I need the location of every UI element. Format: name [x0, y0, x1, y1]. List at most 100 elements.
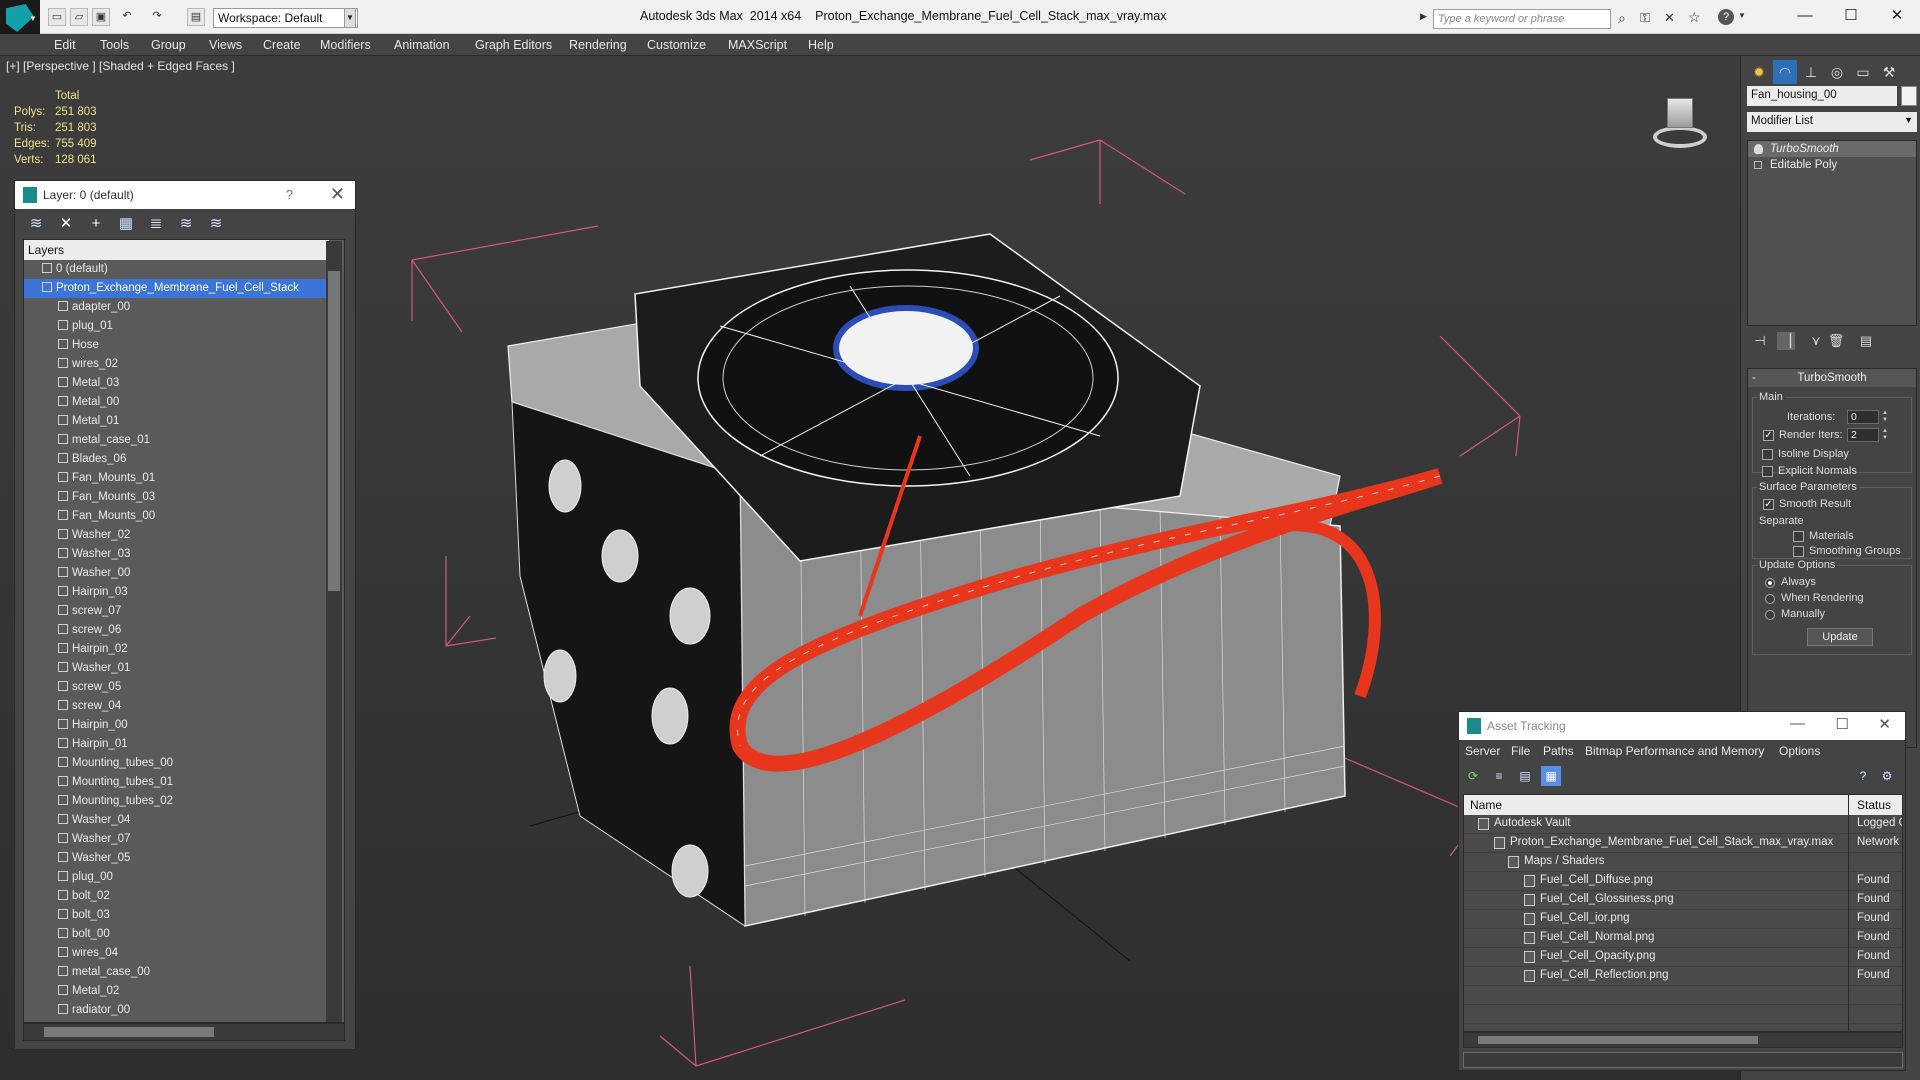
- open-file-icon[interactable]: ▱: [70, 8, 88, 26]
- menu-animation[interactable]: Animation: [394, 34, 450, 56]
- maximize-button[interactable]: ☐: [1831, 4, 1871, 28]
- layer-object-row[interactable]: Blades_06: [24, 450, 329, 469]
- layer-object-row[interactable]: bolt_00: [24, 925, 329, 944]
- layer-object-row[interactable]: Washer_00: [24, 564, 329, 583]
- communication-icon[interactable]: ✕: [1664, 10, 1675, 26]
- menu-server[interactable]: Server: [1465, 740, 1500, 762]
- table-view-icon[interactable]: ▦: [1541, 766, 1561, 786]
- layer-object-row[interactable]: Washer_07: [24, 830, 329, 849]
- object-name-field[interactable]: Fan_housing_00: [1747, 86, 1897, 106]
- layer-object-row[interactable]: Hairpin_03: [24, 583, 329, 602]
- render-iters-checkbox[interactable]: ✓: [1763, 430, 1774, 441]
- asset-row[interactable]: Fuel_Cell_Diffuse.png Found: [1464, 872, 1902, 891]
- layer-object-row[interactable]: Hairpin_02: [24, 640, 329, 659]
- asset-row[interactable]: Fuel_Cell_Glossiness.png Found: [1464, 891, 1902, 910]
- menu-bitmap-performance[interactable]: Bitmap Performance and Memory: [1585, 740, 1764, 762]
- menu-options[interactable]: Options: [1779, 740, 1820, 762]
- layer-object-row[interactable]: screw_06: [24, 621, 329, 640]
- expand-icon[interactable]: [1754, 161, 1762, 169]
- close-button[interactable]: ✕: [1878, 715, 1891, 733]
- save-icon[interactable]: ▣: [92, 8, 110, 26]
- iterations-spinner[interactable]: 0: [1847, 410, 1879, 424]
- layer-object-row[interactable]: Fan_Mounts_03: [24, 488, 329, 507]
- menu-file[interactable]: File: [1511, 740, 1530, 762]
- undo-icon[interactable]: ↶: [118, 8, 136, 26]
- layer-object-row[interactable]: screw_04: [24, 697, 329, 716]
- modify-tab-icon[interactable]: ◠: [1773, 60, 1797, 84]
- help-icon[interactable]: ?: [286, 187, 293, 202]
- asset-row[interactable]: Fuel_Cell_Normal.png Found: [1464, 929, 1902, 948]
- asset-row[interactable]: Fuel_Cell_Reflection.png Found: [1464, 967, 1902, 986]
- layer-list[interactable]: Layers 0 (default) Proton_Exchange_Membr…: [23, 239, 345, 1023]
- make-unique-icon[interactable]: ⋎: [1807, 332, 1825, 350]
- layer-object-row[interactable]: Mounting_tubes_00: [24, 754, 329, 773]
- horizontal-scrollbar[interactable]: [1463, 1032, 1903, 1048]
- layers-column-header[interactable]: Layers: [24, 240, 329, 260]
- hide-unhide-layers-icon[interactable]: ≋: [175, 213, 197, 235]
- layer-row-selected[interactable]: Proton_Exchange_Membrane_Fuel_Cell_Stack: [24, 279, 329, 298]
- thumbnail-view-icon[interactable]: ▤: [1515, 766, 1535, 786]
- modifier-stack[interactable]: TurboSmooth Editable Poly: [1747, 140, 1917, 326]
- asset-row[interactable]: Fuel_Cell_Opacity.png Found: [1464, 948, 1902, 967]
- close-button[interactable]: ✕: [1877, 4, 1917, 28]
- remove-modifier-icon[interactable]: 🗑: [1827, 332, 1845, 350]
- subscription-icon[interactable]: ⚿: [1640, 10, 1650, 26]
- asset-tracking-title-bar[interactable]: Asset Tracking — ☐ ✕: [1459, 712, 1905, 740]
- layer-object-row[interactable]: Mounting_tubes_01: [24, 773, 329, 792]
- layer-object-row[interactable]: metal_case_00: [24, 963, 329, 982]
- new-file-icon[interactable]: ▭: [48, 8, 66, 26]
- layer-object-row[interactable]: screw_07: [24, 602, 329, 621]
- hierarchy-tab-icon[interactable]: ⊥: [1799, 60, 1823, 84]
- layer-object-row[interactable]: Washer_01: [24, 659, 329, 678]
- list-view-icon[interactable]: ≡: [1489, 766, 1509, 786]
- menu-tools[interactable]: Tools: [100, 34, 129, 56]
- layer-object-row[interactable]: Fan_Mounts_01: [24, 469, 329, 488]
- refresh-icon[interactable]: ⟳: [1463, 766, 1483, 786]
- menu-edit[interactable]: Edit: [54, 34, 76, 56]
- manually-radio[interactable]: [1765, 610, 1775, 620]
- pin-stack-icon[interactable]: ⊣: [1751, 332, 1769, 350]
- menu-rendering[interactable]: Rendering: [569, 34, 627, 56]
- name-column-header[interactable]: Name: [1470, 798, 1502, 812]
- object-color-swatch[interactable]: [1901, 86, 1917, 106]
- close-icon[interactable]: ✕: [330, 184, 345, 205]
- when-rendering-radio[interactable]: [1765, 594, 1775, 604]
- menu-group[interactable]: Group: [151, 34, 186, 56]
- layer-object-row[interactable]: Metal_02: [24, 982, 329, 1001]
- smoothing-groups-checkbox[interactable]: [1793, 546, 1804, 557]
- asset-table[interactable]: Name Status Autodesk Vault Logged Ou Proto…: [1463, 794, 1903, 1032]
- layer-object-row[interactable]: adapter_00: [24, 298, 329, 317]
- workspace-dropdown-button[interactable]: ▼: [344, 8, 356, 28]
- create-tab-icon[interactable]: ✹: [1747, 60, 1771, 84]
- minimize-button[interactable]: —: [1785, 4, 1825, 28]
- help-icon[interactable]: ?: [1718, 9, 1734, 25]
- add-to-layer-icon[interactable]: +: [85, 213, 107, 235]
- status-column-header[interactable]: Status: [1857, 798, 1891, 812]
- render-iters-spinner[interactable]: 2: [1847, 428, 1879, 442]
- minimize-button[interactable]: —: [1790, 715, 1805, 732]
- layer-object-row[interactable]: Washer_04: [24, 811, 329, 830]
- layer-object-row[interactable]: Hose: [24, 336, 329, 355]
- stack-item-turbosmooth[interactable]: TurboSmooth: [1748, 141, 1916, 157]
- layer-object-row[interactable]: bolt_02: [24, 887, 329, 906]
- layer-object-row[interactable]: Metal_03: [24, 374, 329, 393]
- menu-modifiers[interactable]: Modifiers: [320, 34, 371, 56]
- layer-object-row[interactable]: wires_04: [24, 944, 329, 963]
- help-dropdown-icon[interactable]: ▼: [1738, 11, 1746, 20]
- smooth-result-checkbox[interactable]: ✓: [1763, 499, 1774, 510]
- create-layer-icon[interactable]: ≋: [25, 213, 47, 235]
- asset-row[interactable]: Proton_Exchange_Membrane_Fuel_Cell_Stack…: [1464, 834, 1902, 853]
- freeze-layers-icon[interactable]: ≋: [205, 213, 227, 235]
- layer-object-row[interactable]: Washer_05: [24, 849, 329, 868]
- select-objects-icon[interactable]: ▦: [115, 213, 137, 235]
- motion-tab-icon[interactable]: ◎: [1825, 60, 1849, 84]
- layer-object-row[interactable]: plug_00: [24, 868, 329, 887]
- delete-layer-icon[interactable]: ✕: [55, 213, 77, 235]
- layer-object-row[interactable]: wires_02: [24, 355, 329, 374]
- menu-graph-editors[interactable]: Graph Editors: [475, 34, 552, 56]
- explicit-normals-checkbox[interactable]: [1762, 466, 1773, 477]
- asset-row[interactable]: Maps / Shaders: [1464, 853, 1902, 872]
- spinner-arrows-icon[interactable]: ▲ ▼: [1881, 410, 1889, 424]
- modifier-list-dropdown[interactable]: Modifier List ▼: [1747, 112, 1917, 132]
- menu-customize[interactable]: Customize: [647, 34, 706, 56]
